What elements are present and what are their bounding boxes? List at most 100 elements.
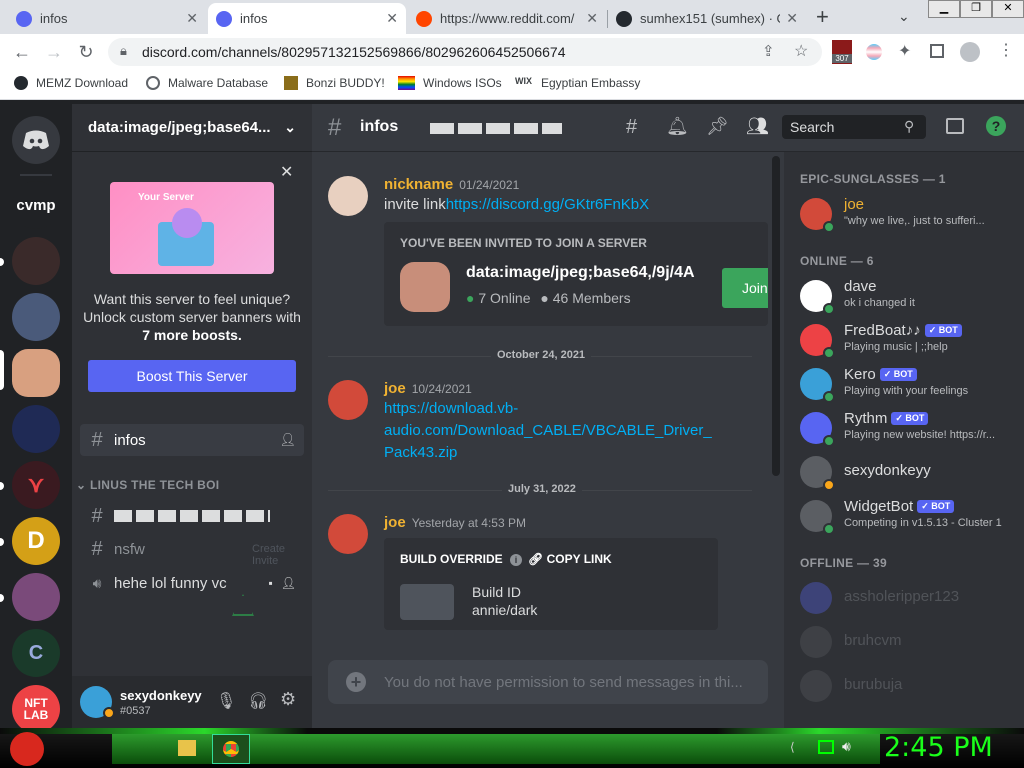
lock-icon[interactable]: 🔒︎	[120, 43, 127, 59]
add-member-icon[interactable]: 👤︎	[281, 576, 296, 590]
channel-infos-selected[interactable]: # infos 👤︎	[80, 424, 304, 456]
member-name-line: FredBoat♪♪ ✓ BOT	[844, 322, 962, 339]
server-icon[interactable]	[12, 293, 60, 341]
member-row[interactable]: joe "why we live,. just to sufferi...	[792, 192, 1016, 236]
channel-title: infos	[360, 118, 399, 135]
member-list-icon[interactable]: 👥︎	[746, 116, 769, 137]
member-row[interactable]: sexydonkeyy	[792, 450, 1016, 494]
bookmark-windows-isos[interactable]: Windows ISOs	[398, 76, 502, 90]
server-icon[interactable]: C	[12, 629, 60, 677]
bookmark-star-icon[interactable]: ☆	[794, 41, 808, 61]
kebab-menu-icon[interactable]: ⋮	[998, 40, 1014, 60]
channel-voice[interactable]: 🔊︎ hehe lol funny vc ▪ 👤︎	[80, 567, 304, 599]
copy-link-button[interactable]: 🔗︎ COPY LINK	[528, 552, 612, 566]
channel-header: # infos # 🔔︎ 📌︎ 👥︎ Search ⚲ ?	[312, 104, 1024, 152]
bookmark-bonzi[interactable]: Bonzi BUDDY!	[284, 76, 385, 90]
tab-search-icon[interactable]: ⌄	[898, 8, 910, 25]
channel-redacted[interactable]: #	[80, 500, 304, 532]
member-row[interactable]: WidgetBot ✓ BOT Competing in v1.5.13 - Clu…	[792, 494, 1016, 538]
boost-server-button[interactable]: Boost This Server	[88, 360, 296, 392]
chrome-taskbar-button[interactable]	[212, 734, 250, 764]
server-icon-cvmp[interactable]: cvmp	[12, 181, 60, 229]
close-tab-icon[interactable]: ✕	[786, 10, 798, 27]
threads-icon[interactable]: #	[626, 116, 637, 139]
server-icon[interactable]: ⋎	[12, 461, 60, 509]
message-author[interactable]: nickname 01/24/2021	[384, 176, 519, 193]
member-row[interactable]: dave ok i changed it	[792, 274, 1016, 318]
browser-tab[interactable]: https://www.reddit.com/ ✕	[408, 3, 606, 34]
network-tray-icon[interactable]	[818, 740, 834, 754]
avatar[interactable]	[328, 514, 368, 554]
close-tab-icon[interactable]: ✕	[386, 10, 398, 27]
headphones-icon[interactable]: 🎧︎	[248, 691, 268, 711]
bookmark-egyptian-embassy[interactable]: WIX Egyptian Embassy	[515, 76, 640, 90]
close-tab-icon[interactable]: ✕	[586, 10, 598, 27]
member-row[interactable]: burubuja	[792, 664, 1016, 708]
browser-tab[interactable]: sumhex151 (sumhex) · Gi ✕	[608, 3, 806, 34]
message-author[interactable]: joe 10/24/2021	[384, 380, 472, 397]
side-panel-icon[interactable]	[930, 44, 944, 58]
search-input[interactable]: Search ⚲	[782, 115, 926, 139]
member-row[interactable]: FredBoat♪♪ ✓ BOT Playing music | ;;help	[792, 318, 1016, 362]
restore-icon[interactable]: ❐	[960, 0, 992, 18]
url-text[interactable]: discord.com/channels/802957132152569866/…	[142, 44, 565, 60]
message-composer[interactable]: + You do not have permission to send mes…	[328, 660, 768, 704]
pin-icon[interactable]: 📌︎	[706, 116, 729, 137]
server-icon-nft-lab[interactable]: NFT LAB	[12, 685, 60, 733]
trans-flag-extension-icon[interactable]	[866, 44, 882, 60]
omnibox[interactable]: 🔒︎ discord.com/channels/8029571321525698…	[108, 38, 822, 66]
info-icon[interactable]: i	[510, 554, 523, 566]
inbox-icon[interactable]	[946, 118, 964, 134]
bookmark-memz[interactable]: MEMZ Download	[14, 76, 128, 90]
server-icon[interactable]	[12, 237, 60, 285]
profile-avatar-icon[interactable]	[960, 42, 980, 62]
member-row[interactable]: Rythm ✓ BOT Playing new website! https://r…	[792, 406, 1016, 450]
close-icon[interactable]: ✕	[280, 162, 293, 182]
forward-icon[interactable]: →	[42, 40, 66, 64]
member-name-line: dave	[844, 278, 877, 295]
discord-home-icon[interactable]	[12, 116, 60, 164]
tray-chevron-icon[interactable]: ⟨	[790, 740, 795, 754]
bookmark-malware-db[interactable]: Malware Database	[146, 76, 268, 90]
browser-tab-active[interactable]: infos ✕	[208, 3, 406, 34]
invite-link[interactable]: https://discord.gg/GKtr6FnKbX	[446, 196, 649, 213]
new-tab-button[interactable]: +	[816, 4, 829, 30]
channel-category[interactable]: ⌄ LINUS THE TECH BOI	[76, 478, 219, 492]
reload-icon[interactable]: ↻	[74, 40, 98, 64]
add-attachment-icon[interactable]: +	[346, 672, 366, 692]
chat-scrollbar[interactable]	[772, 156, 780, 476]
message-author[interactable]: joe Yesterday at 4:53 PM	[384, 514, 526, 531]
avatar[interactable]	[328, 380, 368, 420]
server-header[interactable]: data:image/jpeg;base64... ⌄	[72, 104, 312, 152]
settings-gear-icon[interactable]: ⚙︎	[280, 689, 296, 710]
member-row[interactable]: Kero ✓ BOT Playing with your feelings	[792, 362, 1016, 406]
extension-icon[interactable]: 307	[832, 40, 852, 64]
code-file-icon	[400, 584, 454, 620]
file-explorer-icon[interactable]	[178, 740, 196, 756]
add-member-icon[interactable]: 👤︎	[279, 432, 296, 448]
taskbar-clock[interactable]: 2:45 PM	[884, 732, 993, 763]
help-icon[interactable]: ?	[986, 116, 1006, 136]
close-tab-icon[interactable]: ✕	[186, 10, 198, 27]
start-button-angry-bird-icon[interactable]	[10, 732, 44, 766]
avatar[interactable]	[328, 176, 368, 216]
server-icon[interactable]	[12, 405, 60, 453]
download-link[interactable]: https://download.vb- audio.com/Download_…	[384, 398, 712, 464]
server-icon-selected[interactable]	[12, 349, 60, 397]
member-row[interactable]: bruhcvm	[792, 620, 1016, 664]
browser-tab[interactable]: infos ✕	[8, 3, 206, 34]
close-window-icon[interactable]: ✕	[992, 0, 1024, 18]
share-icon[interactable]: ⇪	[762, 42, 775, 60]
server-icon[interactable]: D	[12, 517, 60, 565]
channel-nsfw[interactable]: # nsfw Create Invite	[80, 533, 304, 568]
member-row[interactable]: assholeripper123	[792, 576, 1016, 620]
back-icon[interactable]: ←	[10, 40, 34, 64]
server-icon[interactable]	[12, 573, 60, 621]
extensions-puzzle-icon[interactable]: ✦	[898, 41, 911, 61]
volume-tray-icon[interactable]: 🔊︎	[842, 738, 851, 755]
join-server-button[interactable]: Join	[722, 268, 768, 308]
minimize-icon[interactable]: ▁	[928, 0, 960, 18]
mute-mic-icon[interactable]: 🎙︎	[216, 691, 236, 711]
notification-bell-icon[interactable]: 🔔︎	[666, 116, 689, 137]
chat-bubble-icon[interactable]: ▪	[269, 576, 273, 590]
